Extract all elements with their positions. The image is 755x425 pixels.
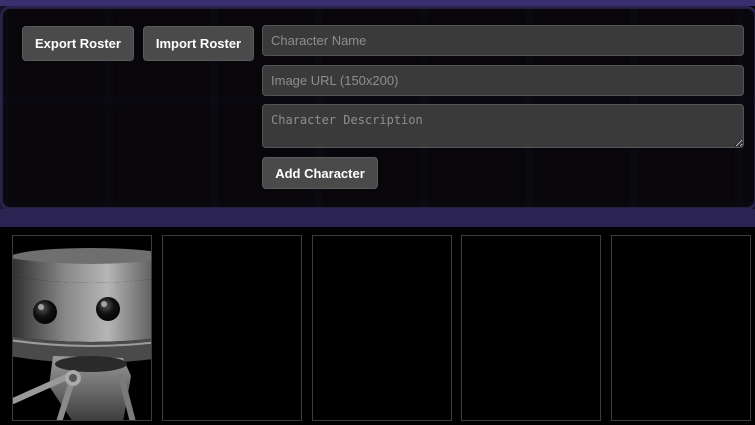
character-card[interactable] bbox=[162, 235, 302, 421]
character-card[interactable] bbox=[611, 235, 751, 421]
character-card[interactable] bbox=[461, 235, 601, 421]
image-url-input[interactable] bbox=[262, 65, 744, 96]
character-description-textarea[interactable] bbox=[262, 104, 744, 148]
add-character-button[interactable]: Add Character bbox=[262, 157, 378, 189]
character-card[interactable] bbox=[312, 235, 452, 421]
robot-character-icon bbox=[13, 236, 151, 420]
character-name-input[interactable] bbox=[262, 25, 744, 56]
section-divider bbox=[0, 209, 755, 227]
export-roster-button[interactable]: Export Roster bbox=[22, 26, 134, 61]
app-page: Export Roster Import Roster Add Characte… bbox=[0, 0, 755, 425]
character-card[interactable] bbox=[12, 235, 152, 421]
top-accent-bar bbox=[0, 0, 755, 6]
import-roster-button[interactable]: Import Roster bbox=[143, 26, 254, 61]
